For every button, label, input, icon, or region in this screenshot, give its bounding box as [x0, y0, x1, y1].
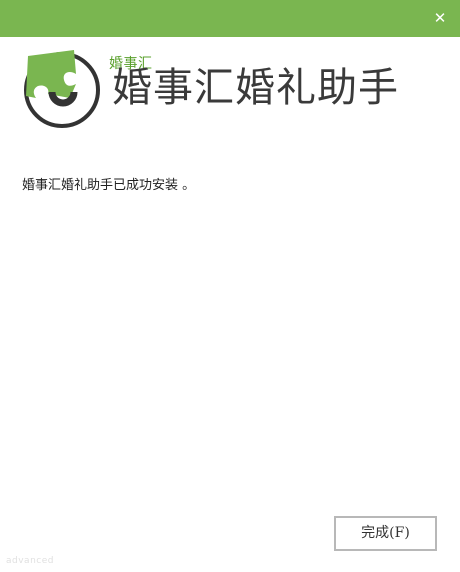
finish-button[interactable]: 完成(F): [334, 516, 437, 551]
brand-title: 婚事汇婚礼助手: [112, 65, 399, 111]
advanced-label: advanced: [6, 556, 54, 566]
puzzle-disc-logo-icon: [24, 50, 100, 128]
title-bar: ✕: [0, 0, 460, 37]
install-success-message: 婚事汇婚礼助手已成功安装 。: [22, 178, 196, 193]
close-icon[interactable]: ✕: [432, 10, 448, 26]
